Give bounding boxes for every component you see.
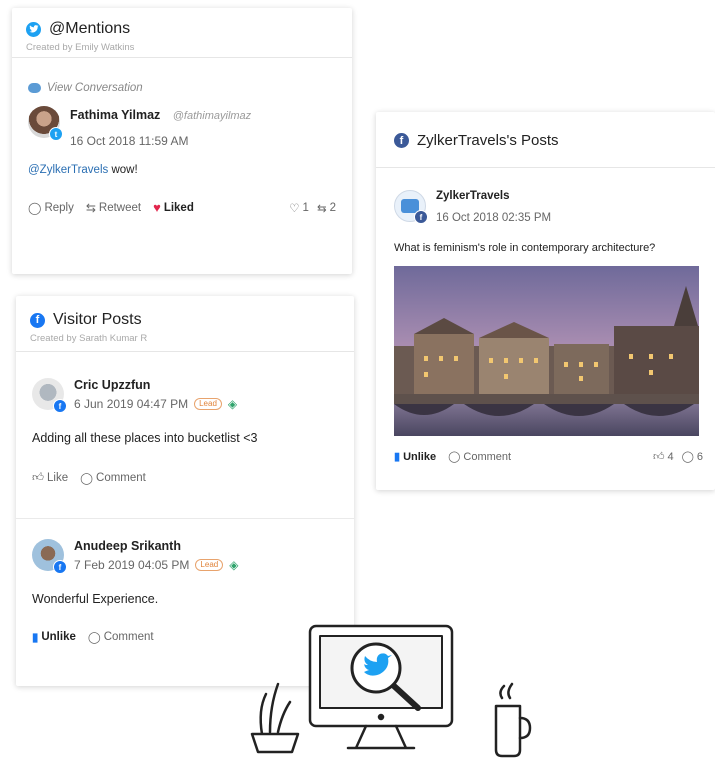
retweet-count-icon: ⇆ bbox=[316, 202, 327, 215]
retweet-icon: ⇆ bbox=[85, 200, 96, 215]
lead-badge[interactable]: Lead bbox=[195, 559, 224, 571]
thumbs-up-outline-icon: 👍︎ bbox=[32, 472, 45, 484]
plant-icon bbox=[250, 682, 300, 754]
zylker-posts-card: f ZylkerTravels's Posts f ZylkerTravels … bbox=[376, 112, 715, 490]
lead-badge[interactable]: Lead bbox=[194, 398, 222, 410]
heart-icon: ♥ bbox=[153, 200, 161, 215]
comment-button[interactable]: ◯ Comment bbox=[88, 630, 154, 644]
author-handle[interactable]: @fathimayilmaz bbox=[173, 110, 251, 122]
retweet-count: ⇆ 2 bbox=[316, 201, 336, 215]
post-text: Wonderful Experience. bbox=[32, 592, 159, 606]
avatar[interactable]: f bbox=[32, 539, 67, 574]
avatar[interactable]: t bbox=[28, 106, 63, 141]
unlike-button[interactable]: ▮ Unlike bbox=[32, 630, 76, 644]
comment-icon: ◯ bbox=[80, 473, 94, 485]
author-name[interactable]: ZylkerTravels bbox=[436, 190, 551, 202]
post-text: Adding all these places into bucketlist … bbox=[32, 431, 258, 445]
comment-icon: ◯ bbox=[448, 451, 461, 463]
zylker-posts-title: ZylkerTravels's Posts bbox=[417, 132, 559, 149]
like-count: 👍︎ 4 bbox=[652, 450, 674, 464]
comment-button[interactable]: ◯ Comment bbox=[80, 471, 146, 485]
comment-icon: ◯ bbox=[87, 632, 101, 644]
unlike-button[interactable]: ▮ Unlike bbox=[394, 450, 436, 464]
tag-icon[interactable]: ◈ bbox=[228, 397, 237, 411]
comment-count-icon: ◯ bbox=[681, 451, 694, 463]
visitor-posts-header: f Visitor Posts Created by Sarath Kumar … bbox=[16, 296, 354, 352]
heart-outline-icon: ♡ bbox=[289, 202, 300, 215]
tweet-text: @ZylkerTravels wow! bbox=[28, 164, 138, 176]
facebook-badge-icon: f bbox=[53, 560, 67, 574]
like-count: ♡ 1 bbox=[289, 201, 309, 215]
post-actions: ▮ Unlike ◯ Comment 👍︎ 4 ◯ 6 bbox=[394, 450, 703, 464]
facebook-icon: f bbox=[394, 133, 409, 148]
retweet-button[interactable]: ⇆ Retweet bbox=[86, 201, 141, 215]
liked-button[interactable]: ♥ Liked bbox=[153, 200, 194, 215]
thumbs-up-outline-icon: 👍︎ bbox=[652, 451, 665, 463]
mentions-header: @Mentions Created by Emily Watkins bbox=[12, 8, 352, 58]
author-name[interactable]: Cric Upzzfun bbox=[74, 378, 237, 392]
monitor-illustration bbox=[248, 622, 538, 760]
comment-count: ◯ 6 bbox=[681, 450, 703, 464]
coffee-cup-icon bbox=[494, 682, 532, 758]
facebook-badge-icon: f bbox=[53, 399, 67, 413]
avatar[interactable]: f bbox=[394, 190, 428, 224]
visitor-posts-title: Visitor Posts bbox=[53, 311, 142, 328]
post-image[interactable] bbox=[394, 266, 699, 436]
post-text: What is feminism's role in contemporary … bbox=[394, 242, 656, 254]
post-timestamp: 7 Feb 2019 04:05 PM bbox=[74, 558, 190, 572]
post-timestamp: 16 Oct 2018 11:59 AM bbox=[70, 134, 189, 148]
thumbs-up-icon: ▮ bbox=[32, 632, 39, 644]
view-conversation-link[interactable]: View Conversation bbox=[28, 82, 336, 94]
tweet-actions: ◯ Reply ⇆ Retweet ♥ Liked ♡ 1 ⇆ 2 bbox=[28, 200, 336, 215]
twitter-icon bbox=[26, 21, 41, 37]
mentions-card: @Mentions Created by Emily Watkins View … bbox=[12, 8, 352, 274]
facebook-icon: f bbox=[30, 312, 45, 328]
visitor-posts-created-by: Created by Sarath Kumar R bbox=[30, 333, 148, 344]
mentions-title: @Mentions bbox=[49, 20, 131, 37]
chat-bubble-icon bbox=[28, 83, 41, 93]
facebook-badge-icon: f bbox=[414, 210, 428, 224]
list-item: f Cric Upzzfun 6 Jun 2019 04:47 PM Lead … bbox=[16, 352, 354, 518]
mention-link[interactable]: @ZylkerTravels bbox=[28, 164, 108, 176]
tag-icon[interactable]: ◈ bbox=[229, 558, 238, 572]
reply-icon: ◯ bbox=[28, 200, 42, 215]
avatar[interactable]: f bbox=[32, 378, 67, 413]
zylker-posts-header: f ZylkerTravels's Posts bbox=[376, 112, 715, 168]
reply-button[interactable]: ◯ Reply bbox=[28, 201, 74, 215]
author-name[interactable]: Anudeep Srikanth bbox=[74, 539, 238, 553]
author-name[interactable]: Fathima Yilmaz bbox=[70, 108, 160, 122]
twitter-badge-icon: t bbox=[49, 127, 63, 141]
comment-button[interactable]: ◯ Comment bbox=[448, 450, 511, 464]
thumbs-up-icon: ▮ bbox=[394, 451, 401, 463]
post-timestamp: 6 Jun 2019 04:47 PM bbox=[74, 397, 189, 411]
post-timestamp: 16 Oct 2018 02:35 PM bbox=[436, 212, 552, 224]
like-button[interactable]: 👍︎ Like bbox=[32, 471, 68, 485]
post-actions: 👍︎ Like ◯ Comment bbox=[32, 471, 338, 485]
